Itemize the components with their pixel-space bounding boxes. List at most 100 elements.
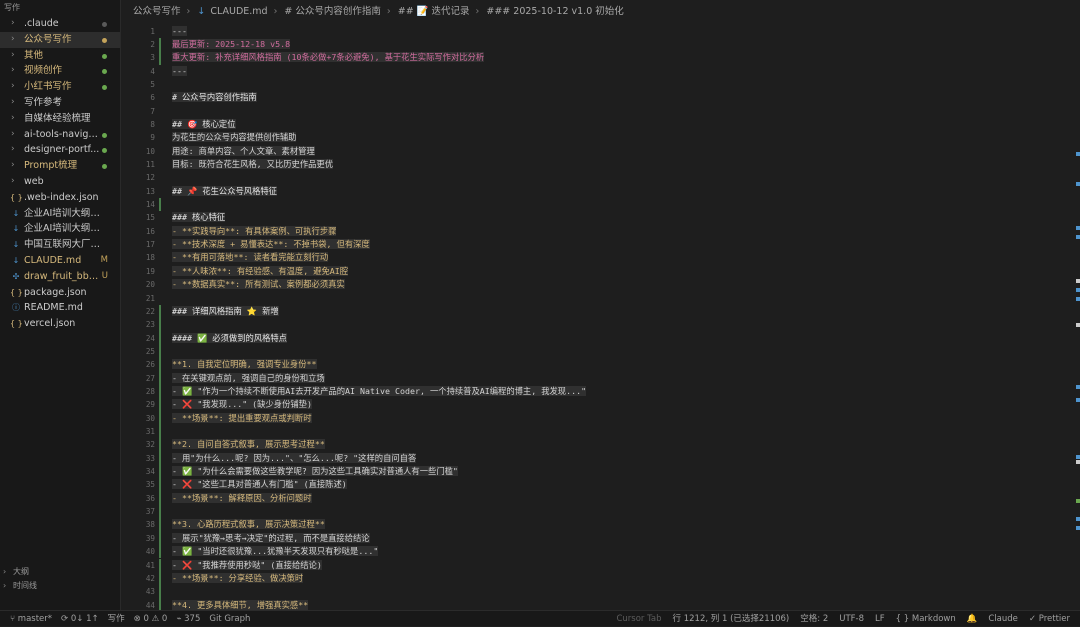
git-change-marker[interactable] (159, 198, 161, 212)
editor-line[interactable]: 7 (122, 105, 1080, 118)
editor-line[interactable]: 16 - **实践导向**: 有具体案例、可执行步骤 (122, 225, 1080, 238)
editor-line[interactable]: 5 (122, 78, 1080, 91)
editor-line[interactable]: 44 **4. 更多具体细节, 增强真实感** (122, 598, 1080, 610)
editor-line[interactable]: 21 (122, 292, 1080, 305)
editor-line[interactable]: 28 - ✅ "作为一个持续不断使用AI去开发产品的AI Native Coder… (122, 384, 1080, 399)
editor-line[interactable]: 15 ### 核心特征 (122, 211, 1080, 224)
breadcrumb-heading-2[interactable]: ## 📝 迭代记录 (398, 6, 470, 17)
file-tree-item[interactable]: › web (0, 174, 120, 190)
explorer-section-title[interactable]: 写作 (0, 0, 120, 16)
editor-line[interactable]: 43 (122, 585, 1080, 599)
editor-line[interactable]: 24 #### ✅ 必须做到的风格特点 (122, 331, 1080, 345)
file-tree-item[interactable]: › 自媒体经验梳理 (0, 111, 120, 127)
file-tree-item[interactable]: { } .web-index.json (0, 190, 120, 206)
git-change-marker[interactable] (159, 384, 161, 399)
breadcrumb-folder[interactable]: 公众号写作 (133, 6, 181, 17)
file-tree-item[interactable]: ↓ CLAUDE.md M (0, 253, 120, 269)
editor-line[interactable]: 39 - 展示"犹豫→思考→决定"的过程, 而不是直接给结论 (122, 531, 1080, 546)
file-tree-item[interactable]: ↓ 企业AI培训大纲-抖音... (0, 221, 120, 237)
git-change-marker[interactable] (159, 37, 161, 52)
editor-line[interactable]: 25 (122, 344, 1080, 359)
editor-line[interactable]: 32 **2. 自问自答式叙事, 展示思考过程** (122, 438, 1080, 452)
editor-line[interactable]: 35 - ❌ "这些工具对普通人有门槛" (直接陈述) (122, 478, 1080, 492)
editor-line[interactable]: 38 **3. 心路历程式叙事, 展示决策过程** (122, 518, 1080, 532)
git-change-marker[interactable] (159, 425, 161, 439)
git-change-marker[interactable] (159, 331, 161, 345)
editor-line[interactable]: 29 - ❌ "我发现..." (缺少身份铺垫) (122, 398, 1080, 412)
git-change-marker[interactable] (159, 411, 161, 425)
editor-line[interactable]: 18 - **有用可落地**: 读者看完能立刻行动 (122, 251, 1080, 264)
editor-line[interactable]: 31 (122, 425, 1080, 439)
status-item-right[interactable]: ✓ Prettier (1029, 611, 1070, 627)
git-change-marker[interactable] (159, 438, 161, 452)
git-change-marker[interactable] (159, 478, 161, 492)
git-change-marker[interactable] (159, 558, 161, 572)
editor-line[interactable]: 8 ## 🎯 核心定位 (122, 118, 1080, 131)
editor-line[interactable]: 30 - **场景**: 提出重要观点或判断时 (122, 411, 1080, 425)
file-tree-item[interactable]: › 公众号写作 (0, 31, 120, 48)
editor-line[interactable]: 33 - 用"为什么...呢? 因为..."、"怎么...呢? "这样的自问自答 (122, 451, 1080, 466)
git-change-marker[interactable] (159, 398, 161, 412)
timeline-panel-header[interactable]: › 时间线 (0, 579, 120, 593)
editor-line[interactable]: 42 - **场景**: 分享经验、做决策时 (122, 571, 1080, 586)
editor-line[interactable]: 13 ## 📌 花生公众号风格特征 (122, 185, 1080, 198)
status-item-right[interactable]: Claude (988, 611, 1018, 627)
status-item-right[interactable]: Cursor Tab (616, 611, 661, 627)
git-change-marker[interactable] (159, 465, 161, 479)
git-change-marker[interactable] (159, 51, 161, 65)
editor-line[interactable]: 14 (122, 198, 1080, 212)
file-tree-item[interactable]: ✣ draw_fruit_bbo... U (0, 269, 120, 285)
status-item-left[interactable]: ⊗ 0 ⚠ 0 (134, 611, 168, 627)
editor-line[interactable]: 12 (122, 171, 1080, 184)
editor-line[interactable]: 2 最后更新: 2025-12-18 v5.8 (122, 37, 1080, 52)
git-change-marker[interactable] (159, 598, 161, 610)
git-change-marker[interactable] (159, 505, 161, 519)
breadcrumb-file[interactable]: CLAUDE.md (210, 6, 267, 17)
status-item-right[interactable]: 行 1212, 列 1 (已选择21106) (673, 611, 790, 627)
status-item-left[interactable]: Git Graph (209, 611, 250, 627)
git-change-marker[interactable] (159, 451, 161, 466)
git-change-marker[interactable] (159, 344, 161, 359)
editor-line[interactable]: 10 用途: 商单内容、个人文章、素材管理 (122, 145, 1080, 158)
file-tree-item[interactable]: ↓ 中国互联网大厂AI编... (0, 237, 120, 253)
editor-line[interactable]: 9 为花生的公众号内容提供创作辅助 (122, 131, 1080, 144)
git-change-marker[interactable] (159, 318, 161, 332)
file-tree-item[interactable]: { } package.json (0, 285, 120, 301)
file-tree-item[interactable]: { } vercel.json (0, 316, 120, 332)
file-tree-item[interactable]: › 小红书写作 (0, 79, 120, 95)
git-change-marker[interactable] (159, 571, 161, 586)
minimap[interactable] (1073, 24, 1080, 610)
file-tree-item[interactable]: › designer-portf... (0, 142, 120, 158)
git-change-marker[interactable] (159, 518, 161, 532)
outline-panel-header[interactable]: › 大纲 (0, 565, 120, 579)
editor-line[interactable]: 11 目标: 既符合花生风格, 又比历史作品更优 (122, 158, 1080, 171)
editor-line[interactable]: 20 - **数据真实**: 所有测试、案例都必须真实 (122, 278, 1080, 291)
status-item-left[interactable]: ⌁ 375 (176, 611, 200, 627)
file-tree-item[interactable]: ↓ 企业AI培训大纲-抖音... (0, 206, 120, 222)
editor-line[interactable]: 36 - **场景**: 解释原因、分析问题时 (122, 491, 1080, 506)
editor-line[interactable]: 41 - ❌ "我推荐使用秒哒" (直接给结论) (122, 558, 1080, 572)
git-change-marker[interactable] (159, 545, 161, 559)
status-item-right[interactable]: { } Markdown (896, 611, 956, 627)
editor-line[interactable]: 17 - **技术深度 + 易懂表达**: 不掉书袋, 但有深度 (122, 238, 1080, 251)
editor-line[interactable]: 37 (122, 505, 1080, 519)
git-change-marker[interactable] (159, 531, 161, 546)
git-change-marker[interactable] (159, 585, 161, 599)
file-tree-item[interactable]: › 写作参考 (0, 95, 120, 111)
file-tree-item[interactable]: › 视频创作 (0, 63, 120, 79)
status-item-right[interactable]: LF (875, 611, 885, 627)
git-change-marker[interactable] (159, 491, 161, 506)
editor-line[interactable]: 4 --- (122, 65, 1080, 78)
editor-line[interactable]: 1 --- (122, 25, 1080, 38)
file-tree-item[interactable]: › ai-tools-naviga... (0, 127, 120, 143)
git-change-marker[interactable] (159, 304, 161, 319)
git-change-marker[interactable] (159, 358, 161, 372)
breadcrumb-heading-1[interactable]: # 公众号内容创作指南 (284, 6, 380, 17)
file-tree-item[interactable]: › 其他 (0, 48, 120, 64)
editor-line[interactable]: 3 重大更新: 补充详细风格指南 (10条必做+7条必避免), 基于花生实际写作对… (122, 51, 1080, 65)
file-tree-item[interactable]: › Prompt梳理 (0, 158, 120, 174)
breadcrumb-heading-3[interactable]: ### 2025-10-12 v1.0 初始化 (486, 6, 623, 17)
status-item-right[interactable]: 🔔 (967, 611, 978, 627)
git-change-marker[interactable] (159, 371, 161, 385)
editor-line[interactable]: 26 **1. 自我定位明确, 强调专业身份** (122, 358, 1080, 372)
